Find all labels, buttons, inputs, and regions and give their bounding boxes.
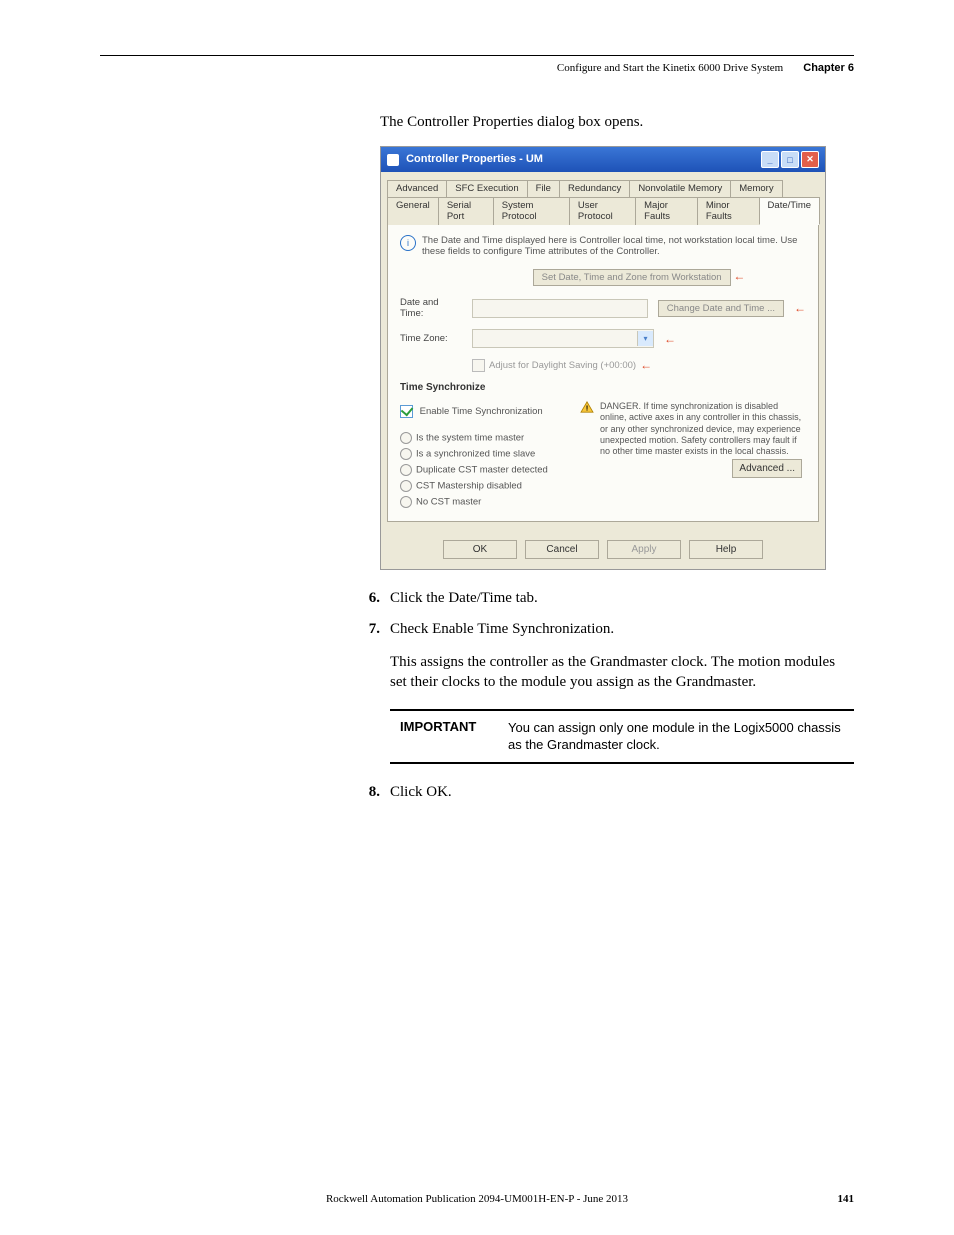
radio-no-cst-label: No CST master: [416, 497, 481, 508]
date-time-label: Date and Time:: [400, 297, 462, 319]
radio-no-cst[interactable]: [400, 496, 412, 508]
step-text: Check Enable Time Synchronization.: [390, 621, 854, 638]
tab-general[interactable]: General: [387, 197, 439, 225]
tab-redundancy[interactable]: Redundancy: [559, 180, 630, 198]
date-time-field[interactable]: [472, 299, 648, 318]
warning-text: DANGER. If time synchronization is disab…: [600, 401, 801, 456]
header-rule: [100, 55, 854, 56]
radio-dup-cst-label: Duplicate CST master detected: [416, 465, 548, 476]
tab-memory[interactable]: Memory: [730, 180, 782, 198]
step-number: 6.: [362, 590, 380, 607]
cancel-button[interactable]: Cancel: [525, 540, 599, 559]
tab-content-date-time: i The Date and Time displayed here is Co…: [387, 224, 819, 522]
tab-major-faults[interactable]: Major Faults: [635, 197, 698, 225]
maximize-icon[interactable]: □: [781, 151, 799, 168]
svg-text:!: !: [586, 403, 589, 412]
dialog-button-row: OK Cancel Apply Help: [381, 532, 825, 569]
intro-text: The Controller Properties dialog box ope…: [380, 114, 854, 131]
page-header: Configure and Start the Kinetix 6000 Dri…: [100, 62, 854, 74]
change-date-time-button[interactable]: Change Date and Time ...: [658, 300, 784, 317]
radio-time-slave-label: Is a synchronized time slave: [416, 449, 535, 460]
important-text: You can assign only one module in the Lo…: [508, 719, 854, 754]
warning-icon: !: [580, 401, 594, 413]
radio-dup-cst[interactable]: [400, 464, 412, 476]
arrow-icon: ←: [664, 332, 676, 346]
step-7: 7. Check Enable Time Synchronization.: [362, 621, 854, 638]
help-button[interactable]: Help: [689, 540, 763, 559]
enable-time-sync-label: Enable Time Synchronization: [420, 406, 543, 417]
ok-button[interactable]: OK: [443, 540, 517, 559]
enable-time-sync-checkbox[interactable]: [400, 405, 413, 418]
step-text: Click the Date/Time tab.: [390, 590, 854, 607]
chapter-label: Chapter 6: [803, 62, 854, 74]
set-date-time-zone-button[interactable]: Set Date, Time and Zone from Workstation: [533, 269, 731, 286]
tab-advanced[interactable]: Advanced: [387, 180, 447, 198]
doc-title: Configure and Start the Kinetix 6000 Dri…: [557, 62, 783, 74]
radio-cst-disabled[interactable]: [400, 480, 412, 492]
radio-cst-disabled-label: CST Mastership disabled: [416, 481, 522, 492]
page-footer: Rockwell Automation Publication 2094-UM0…: [0, 1193, 954, 1205]
info-icon: i: [400, 235, 416, 251]
adjust-dst-checkbox[interactable]: [472, 359, 485, 372]
apply-button[interactable]: Apply: [607, 540, 681, 559]
step-8: 8. Click OK.: [362, 784, 854, 801]
arrow-icon: ←: [733, 269, 745, 283]
enable-time-sync-row[interactable]: Enable Time Synchronization: [400, 405, 570, 418]
tab-row-back: Advanced SFC Execution File Redundancy N…: [387, 178, 819, 198]
page-number: 141: [838, 1193, 855, 1205]
step-text: Click OK.: [390, 784, 854, 801]
controller-properties-dialog: Controller Properties - UM _ □ ✕ Advance…: [380, 146, 826, 570]
step-7-subtext: This assigns the controller as the Grand…: [390, 652, 854, 693]
tab-row-front: General Serial Port System Protocol User…: [387, 197, 819, 225]
advanced-button[interactable]: Advanced ...: [732, 459, 802, 478]
dialog-icon: [387, 154, 399, 166]
tab-system-protocol[interactable]: System Protocol: [493, 197, 570, 225]
adjust-dst-label: Adjust for Daylight Saving (+00:00): [489, 360, 636, 371]
arrow-icon: ←: [794, 301, 806, 315]
important-label: IMPORTANT: [390, 719, 490, 754]
dialog-titlebar: Controller Properties - UM _ □ ✕: [381, 147, 825, 172]
time-synchronize-section: Time Synchronize: [400, 382, 806, 393]
chevron-down-icon: ▾: [637, 331, 653, 346]
close-icon[interactable]: ✕: [801, 151, 819, 168]
radio-system-master-label: Is the system time master: [416, 433, 524, 444]
dialog-title: Controller Properties - UM: [406, 153, 543, 165]
radio-system-master[interactable]: [400, 432, 412, 444]
time-zone-label: Time Zone:: [400, 333, 462, 344]
radio-time-slave[interactable]: [400, 448, 412, 460]
tab-date-time[interactable]: Date/Time: [759, 197, 820, 225]
tab-user-protocol[interactable]: User Protocol: [569, 197, 636, 225]
step-number: 8.: [362, 784, 380, 801]
important-box: IMPORTANT You can assign only one module…: [390, 709, 854, 764]
time-zone-select[interactable]: ▾: [472, 329, 654, 348]
tab-sfc-execution[interactable]: SFC Execution: [446, 180, 527, 198]
arrow-icon: ←: [640, 358, 652, 372]
minimize-icon[interactable]: _: [761, 151, 779, 168]
info-text: The Date and Time displayed here is Cont…: [422, 235, 806, 257]
step-number: 7.: [362, 621, 380, 638]
step-6: 6. Click the Date/Time tab.: [362, 590, 854, 607]
tab-minor-faults[interactable]: Minor Faults: [697, 197, 760, 225]
tab-file[interactable]: File: [527, 180, 560, 198]
publication-info: Rockwell Automation Publication 2094-UM0…: [326, 1193, 628, 1205]
tab-nonvolatile-memory[interactable]: Nonvolatile Memory: [629, 180, 731, 198]
tab-serial-port[interactable]: Serial Port: [438, 197, 494, 225]
